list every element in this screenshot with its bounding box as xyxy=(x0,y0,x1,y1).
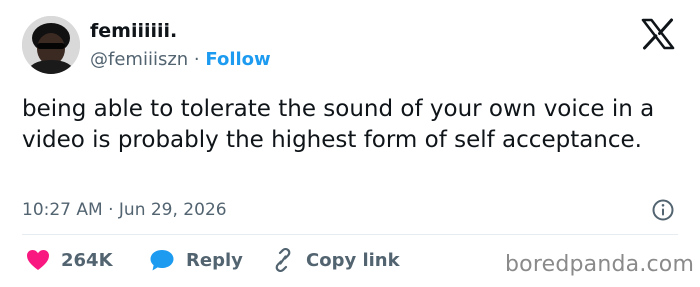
follow-button[interactable]: Follow xyxy=(205,49,270,70)
separator-dot: · xyxy=(193,49,200,70)
tweet-card: femiiiiii. @femiiiszn · Follow being abl… xyxy=(0,0,700,287)
tweet-timestamp[interactable]: 10:27 AM · Jun 29, 2026 xyxy=(22,200,227,220)
divider xyxy=(22,234,678,235)
heart-icon xyxy=(27,250,49,270)
user-handle[interactable]: @femiiiszn xyxy=(90,49,188,70)
source-watermark: boredpanda.com xyxy=(505,252,695,277)
handle-line: @femiiiszn · Follow xyxy=(90,49,271,70)
display-name[interactable]: femiiiiii. xyxy=(90,20,177,42)
copy-link-label: Copy link xyxy=(306,249,400,271)
tweet-text: being able to tolerate the sound of your… xyxy=(22,96,655,153)
link-icon xyxy=(275,248,291,272)
info-icon[interactable] xyxy=(651,198,675,222)
reply-button[interactable]: Reply xyxy=(148,246,243,274)
like-button[interactable]: 264K xyxy=(25,246,113,274)
speech-bubble-icon xyxy=(150,250,174,271)
like-count: 264K xyxy=(61,249,113,271)
x-logo-icon[interactable] xyxy=(640,18,676,50)
copy-link-button[interactable]: Copy link xyxy=(270,246,400,274)
avatar[interactable] xyxy=(22,16,80,74)
reply-label: Reply xyxy=(186,249,243,271)
